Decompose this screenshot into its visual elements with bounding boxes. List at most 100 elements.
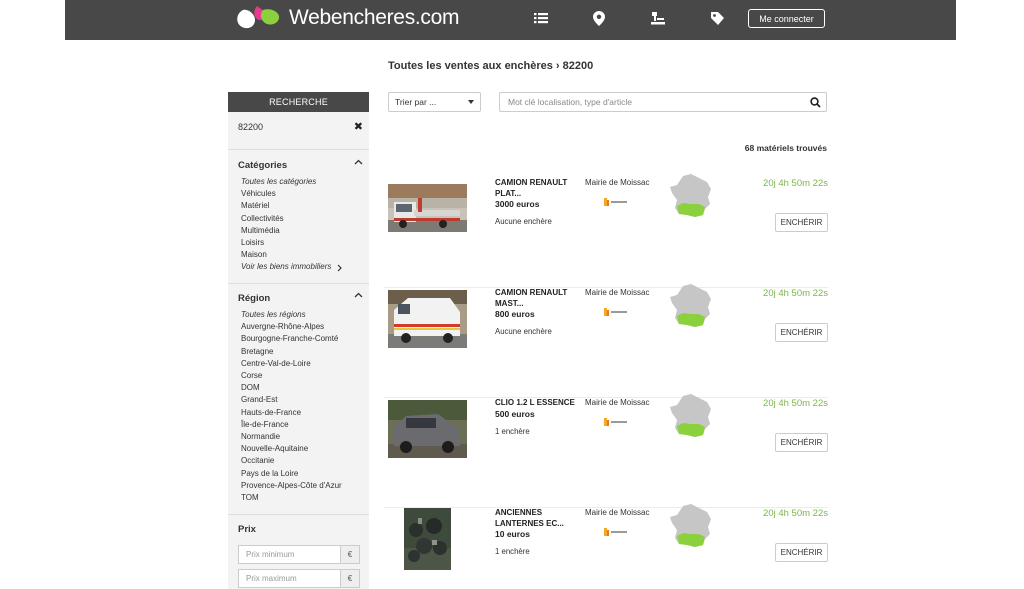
- tag-icon[interactable]: [710, 11, 726, 27]
- bid-button[interactable]: ENCHÉRIR: [775, 213, 828, 232]
- category-maison[interactable]: Maison: [241, 249, 342, 261]
- active-filter: 82200 ✖: [228, 112, 369, 150]
- region-section: Région Toutes les régions Auvergne-Rhône…: [228, 284, 369, 515]
- listing-title[interactable]: ANCIENNES LANTERNES EC...: [495, 508, 575, 529]
- price-section: Prix Prix minimum € Prix maximum €: [228, 515, 369, 589]
- chevron-right-icon: [337, 264, 343, 271]
- france-map-icon: [670, 504, 711, 547]
- region-item[interactable]: Grand-Est: [241, 394, 342, 406]
- real-estate-link-label: Voir les biens immobiliers: [241, 262, 332, 272]
- caret-down-icon: [468, 100, 474, 104]
- region-item[interactable]: Corse: [241, 370, 342, 382]
- search-icon[interactable]: [810, 97, 821, 108]
- bid-button[interactable]: ENCHÉRIR: [775, 323, 828, 342]
- listing-info: ANCIENNES LANTERNES EC... 10 euros 1 enc…: [495, 508, 575, 556]
- sidebar-title: RECHERCHE: [228, 92, 369, 112]
- seller-logo-icon: [604, 418, 627, 426]
- region-item[interactable]: Toutes les régions: [241, 309, 342, 321]
- listing-title[interactable]: CLIO 1.2 L ESSENCE: [495, 398, 575, 409]
- location-pin-icon[interactable]: [593, 11, 609, 27]
- listing-photo[interactable]: [388, 400, 467, 458]
- seller-logo-icon: [604, 198, 627, 206]
- seller-logo-icon: [604, 308, 627, 316]
- seller-logo-icon: [604, 528, 627, 536]
- price-max-field[interactable]: Prix maximum €: [238, 569, 360, 588]
- gavel-icon[interactable]: [651, 11, 667, 27]
- region-item[interactable]: Occitanie: [241, 455, 342, 467]
- region-item[interactable]: Nouvelle-Aquitaine: [241, 443, 342, 455]
- listing-info: CAMION RENAULT PLAT... 3000 euros Aucune…: [495, 178, 575, 226]
- region-list: Toutes les régions Auvergne-Rhône-Alpes …: [241, 309, 342, 504]
- region-item[interactable]: Pays de la Loire: [241, 468, 342, 480]
- breadcrumb: Toutes les ventes aux enchères › 82200: [388, 60, 594, 72]
- region-item[interactable]: Normandie: [241, 431, 342, 443]
- listing-row[interactable]: CAMION RENAULT MAST... 800 euros Aucune …: [384, 284, 828, 398]
- login-button[interactable]: Me connecter: [748, 9, 825, 28]
- listing-info: CLIO 1.2 L ESSENCE 500 euros 1 enchère: [495, 398, 575, 436]
- listing-bids: Aucune enchère: [495, 217, 552, 226]
- category-multimedia[interactable]: Multimédia: [241, 225, 342, 237]
- seller-name: Mairie de Moissac: [585, 288, 650, 297]
- close-icon[interactable]: ✖: [354, 120, 363, 133]
- search-placeholder: Mot clé localisation, type d'article: [508, 97, 632, 107]
- category-all[interactable]: Toutes les catégories: [241, 176, 342, 188]
- real-estate-link[interactable]: Voir les biens immobiliers: [241, 261, 343, 273]
- listing-bids: Aucune enchère: [495, 327, 552, 336]
- countdown-timer: 20j 4h 50m 22s: [763, 288, 828, 299]
- seller-name: Mairie de Moissac: [585, 508, 650, 517]
- listing-row[interactable]: CLIO 1.2 L ESSENCE 500 euros 1 enchère M…: [384, 394, 828, 508]
- listing-photo[interactable]: [404, 508, 451, 570]
- region-item[interactable]: Bourgogne-Franche-Comté: [241, 333, 342, 345]
- seller-name: Mairie de Moissac: [585, 398, 650, 407]
- listing-price: 3000 euros: [495, 199, 540, 209]
- categories-title: Catégories: [238, 160, 288, 171]
- listing-photo[interactable]: [388, 184, 467, 232]
- search-input[interactable]: Mot clé localisation, type d'article: [499, 92, 827, 112]
- seller-name: Mairie de Moissac: [585, 178, 650, 187]
- chevron-up-icon[interactable]: [354, 290, 363, 301]
- region-item[interactable]: Auvergne-Rhône-Alpes: [241, 321, 342, 333]
- region-item[interactable]: Bretagne: [241, 346, 342, 358]
- list-icon[interactable]: [534, 11, 550, 27]
- brand-logo[interactable]: Webencheres.com: [233, 4, 460, 32]
- sort-select-label: Trier par ...: [395, 97, 437, 107]
- sort-select[interactable]: Trier par ...: [388, 92, 481, 112]
- price-title: Prix: [238, 524, 256, 535]
- region-item[interactable]: Hauts-de-France: [241, 407, 342, 419]
- countdown-timer: 20j 4h 50m 22s: [763, 398, 828, 409]
- price-min-field[interactable]: Prix minimum €: [238, 545, 360, 564]
- listing-row[interactable]: ANCIENNES LANTERNES EC... 10 euros 1 enc…: [384, 504, 828, 589]
- search-sidebar: RECHERCHE 82200 ✖ Catégories Toutes les …: [228, 92, 369, 589]
- france-map-icon: [670, 394, 711, 437]
- euro-addon: €: [340, 546, 359, 563]
- bid-button[interactable]: ENCHÉRIR: [775, 433, 828, 452]
- region-item[interactable]: Île-de-France: [241, 419, 342, 431]
- listing-bids: 1 enchère: [495, 426, 530, 436]
- category-vehicules[interactable]: Véhicules: [241, 188, 342, 200]
- listing-info: CAMION RENAULT MAST... 800 euros Aucune …: [495, 288, 575, 336]
- bid-button[interactable]: ENCHÉRIR: [775, 543, 828, 562]
- chevron-up-icon[interactable]: [354, 157, 363, 168]
- brand-name: Webencheres.com: [289, 6, 460, 29]
- category-collectivites[interactable]: Collectivités: [241, 213, 342, 225]
- results-count: 68 matériels trouvés: [744, 143, 827, 153]
- france-map-icon: [670, 174, 711, 217]
- category-loisirs[interactable]: Loisirs: [241, 237, 342, 249]
- region-item[interactable]: TOM: [241, 492, 342, 504]
- region-item[interactable]: Provence-Alpes-Côte d'Azur: [241, 480, 342, 492]
- categories-list: Toutes les catégories Véhicules Matériel…: [241, 176, 343, 274]
- listing-title[interactable]: CAMION RENAULT MAST...: [495, 288, 575, 309]
- region-item[interactable]: DOM: [241, 382, 342, 394]
- listing-photo[interactable]: [388, 290, 467, 348]
- region-title: Région: [238, 293, 271, 304]
- region-item[interactable]: Centre-Val-de-Loire: [241, 358, 342, 370]
- listing-price: 10 euros: [495, 529, 530, 539]
- drops-logo-icon: [237, 6, 280, 29]
- france-map-icon: [670, 284, 711, 327]
- listing-row[interactable]: CAMION RENAULT PLAT... 3000 euros Aucune…: [384, 174, 828, 288]
- category-materiel[interactable]: Matériel: [241, 200, 342, 212]
- listing-price: 500 euros: [495, 408, 535, 419]
- countdown-timer: 20j 4h 50m 22s: [763, 178, 828, 189]
- listing-title[interactable]: CAMION RENAULT PLAT...: [495, 178, 575, 199]
- categories-section: Catégories Toutes les catégories Véhicul…: [228, 150, 369, 284]
